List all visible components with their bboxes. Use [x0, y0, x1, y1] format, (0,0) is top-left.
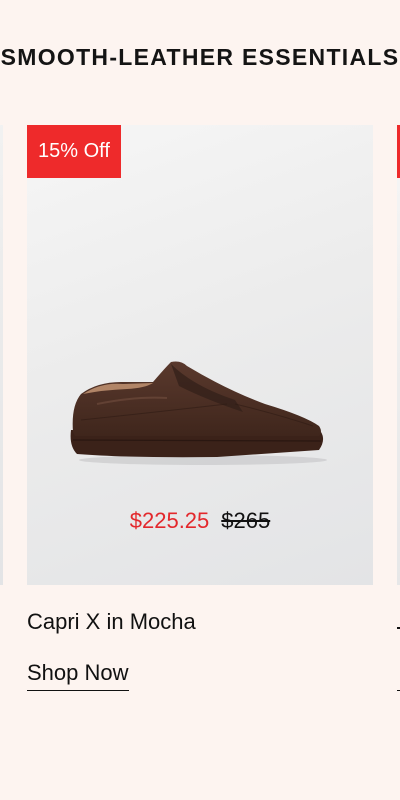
sale-price: $225.25 — [129, 508, 210, 533]
price-row: $225.25 $265 — [27, 508, 373, 534]
original-price: $265 — [221, 508, 271, 533]
shop-now-link[interactable]: Shop Now — [27, 660, 129, 691]
section-title: SMOOTH-LEATHER ESSENTIALS — [0, 44, 400, 70]
product-carousel-page: SMOOTH-LEATHER ESSENTIALS 15% Off $225.2… — [0, 0, 400, 800]
product-image[interactable]: 15% Off $225.25 $265 — [27, 125, 373, 585]
mocha-leather-sneaker-icon — [70, 361, 327, 465]
product-card[interactable]: 15% Off $225.25 $265 Capri X in Mocha Sh… — [27, 125, 373, 691]
discount-badge: 15% Off — [27, 125, 121, 178]
product-name[interactable]: Capri X in Mocha — [27, 608, 373, 636]
product-card-previous[interactable] — [0, 125, 3, 585]
product-image-previous[interactable] — [0, 125, 3, 585]
